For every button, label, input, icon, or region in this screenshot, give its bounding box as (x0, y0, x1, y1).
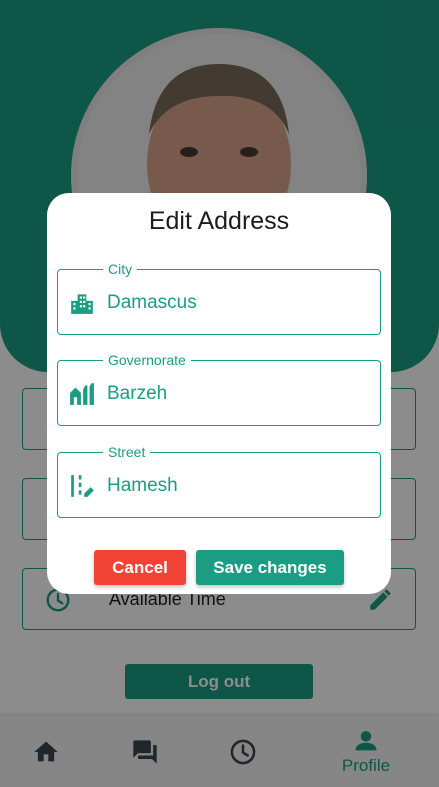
street-field[interactable]: Street Hamesh (57, 443, 381, 518)
road-edit-icon (71, 475, 94, 497)
city-field[interactable]: City Damascus (57, 260, 381, 335)
city-field-value[interactable]: Damascus (107, 292, 197, 314)
governorate-field-value[interactable]: Barzeh (107, 383, 167, 405)
edit-address-dialog: Edit Address City Damascus Governorate B… (47, 193, 391, 594)
city-field-legend: City (103, 260, 138, 278)
dialog-title: Edit Address (148, 207, 290, 235)
save-changes-button[interactable]: Save changes (196, 550, 344, 585)
street-field-legend: Street (103, 443, 151, 461)
street-field-value[interactable]: Hamesh (107, 475, 178, 497)
governorate-field[interactable]: Governorate Barzeh (57, 351, 381, 426)
houses-icon (70, 383, 94, 405)
governorate-field-legend: Governorate (103, 351, 191, 369)
city-buildings-icon (71, 294, 93, 314)
cancel-button[interactable]: Cancel (94, 550, 186, 585)
